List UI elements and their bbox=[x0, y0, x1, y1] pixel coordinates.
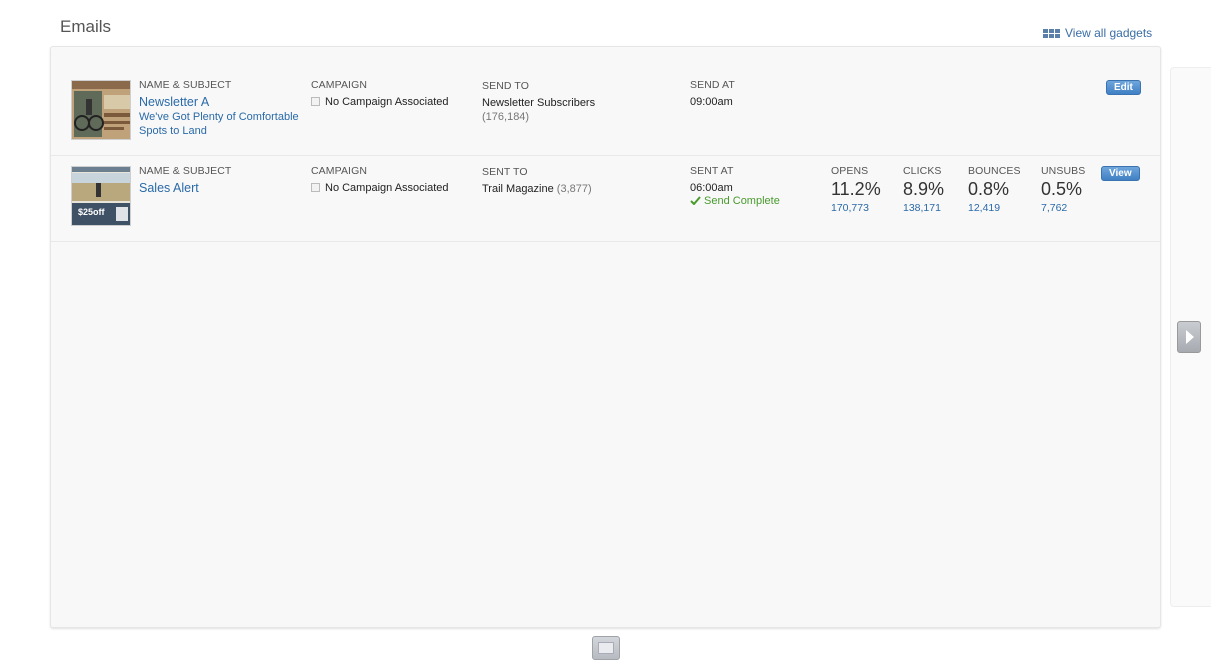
bounces-count-link[interactable]: 12,419 bbox=[968, 202, 1000, 214]
email-row: $25off NAME & SUBJECT Sales Alert CAMPAI… bbox=[51, 156, 1160, 242]
send-status-text: Send Complete bbox=[704, 195, 780, 207]
next-gadget-button[interactable] bbox=[1177, 321, 1201, 353]
opens-percent: 11.2% bbox=[831, 179, 881, 199]
sent-at-header: SENT AT bbox=[690, 165, 734, 177]
view-button[interactable]: View bbox=[1101, 166, 1140, 181]
email-name-link[interactable]: Sales Alert bbox=[139, 181, 199, 195]
chevron-right-icon bbox=[1186, 330, 1194, 344]
sent-to-value: Trail Magazine (3,877) bbox=[482, 182, 592, 196]
edit-button[interactable]: Edit bbox=[1106, 80, 1141, 95]
view-all-gadgets-label: View all gadgets bbox=[1065, 26, 1153, 40]
campaign-header: CAMPAIGN bbox=[311, 79, 368, 91]
unsubs-header: UNSUBS bbox=[1041, 165, 1086, 177]
email-thumbnail[interactable]: $25off bbox=[71, 166, 131, 226]
clicks-count-link[interactable]: 138,171 bbox=[903, 202, 941, 214]
email-thumbnail[interactable] bbox=[71, 80, 131, 140]
checkbox-icon[interactable] bbox=[311, 183, 320, 192]
bounces-percent: 0.8% bbox=[968, 179, 1010, 199]
send-to-value: Newsletter Subscribers bbox=[482, 97, 596, 109]
sent-to-text: Trail Magazine bbox=[482, 183, 554, 195]
campaign-value: No Campaign Associated bbox=[311, 95, 449, 109]
sent-to-header: SENT TO bbox=[482, 166, 528, 178]
email-subject-link[interactable]: We've Got Plenty of Comfortable Spots to… bbox=[139, 110, 307, 138]
sent-at-value: 06:00am bbox=[690, 182, 733, 194]
checkmark-icon bbox=[690, 196, 701, 206]
checkbox-icon[interactable] bbox=[311, 97, 320, 106]
page-title: Emails bbox=[60, 17, 112, 36]
send-at-value: 09:00am bbox=[690, 96, 733, 108]
sent-to-count: (3,877) bbox=[556, 183, 592, 195]
opens-count-link[interactable]: 170,773 bbox=[831, 202, 869, 214]
send-to-count: (176,184) bbox=[482, 111, 530, 123]
bounces-header: BOUNCES bbox=[968, 165, 1021, 177]
email-row: NAME & SUBJECT Newsletter A We've Got Pl… bbox=[51, 69, 1160, 156]
page-indicator-button[interactable] bbox=[592, 636, 620, 660]
clicks-header: CLICKS bbox=[903, 165, 942, 177]
campaign-value: No Campaign Associated bbox=[311, 181, 449, 195]
view-all-gadgets-link[interactable]: View all gadgets bbox=[1043, 26, 1152, 40]
grid-icon bbox=[1043, 28, 1060, 38]
email-name-link[interactable]: Newsletter A bbox=[139, 95, 209, 109]
opens-header: OPENS bbox=[831, 165, 869, 177]
send-to-header: SEND TO bbox=[482, 80, 529, 92]
thumbnail-promo-text: $25off bbox=[78, 207, 105, 217]
page-indicator-icon bbox=[598, 642, 614, 654]
send-at-header: SEND AT bbox=[690, 79, 735, 91]
campaign-header: CAMPAIGN bbox=[311, 165, 368, 177]
unsubs-count-link[interactable]: 7,762 bbox=[1041, 202, 1067, 214]
send-status: Send Complete bbox=[690, 195, 780, 207]
name-subject-header: NAME & SUBJECT bbox=[139, 79, 232, 91]
campaign-text: No Campaign Associated bbox=[325, 96, 449, 108]
campaign-text: No Campaign Associated bbox=[325, 182, 449, 194]
unsubs-percent: 0.5% bbox=[1041, 179, 1083, 199]
clicks-percent: 8.9% bbox=[903, 179, 945, 199]
name-subject-header: NAME & SUBJECT bbox=[139, 165, 232, 177]
emails-panel: NAME & SUBJECT Newsletter A We've Got Pl… bbox=[50, 46, 1161, 628]
